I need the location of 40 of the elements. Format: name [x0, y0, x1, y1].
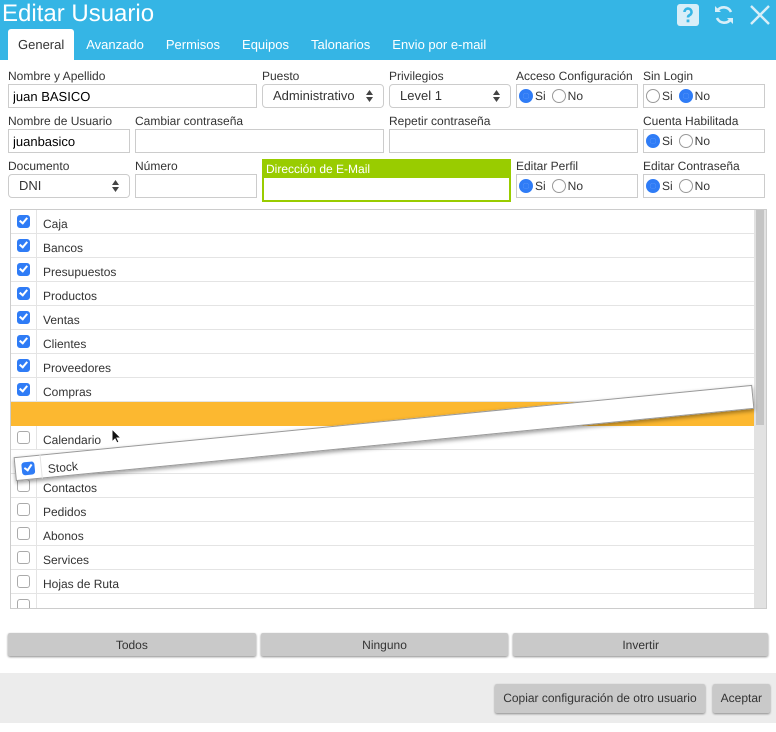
list-item-label: Stock — [46, 458, 79, 478]
radio-label: Si — [662, 178, 673, 195]
radio-label: No — [568, 88, 584, 105]
list-item-label: Presupuestos — [42, 264, 116, 281]
field-label: Sin Login — [643, 69, 694, 84]
list-item-label: Contactos — [42, 480, 98, 497]
field-label: Nombre de Usuario — [8, 114, 114, 129]
list-item-label: Clientes — [42, 336, 86, 353]
list-item-label: Productos — [42, 288, 98, 305]
field-label: Privilegios — [389, 69, 445, 84]
field-label: Puesto — [262, 69, 300, 84]
radio-label: No — [694, 133, 710, 150]
radio-label: Si — [662, 88, 673, 105]
field-label: Acceso Configuración — [516, 69, 634, 84]
list-item-label: Services — [42, 552, 90, 569]
field-label: Nombre y Apellido — [8, 69, 106, 84]
list-item-label: Hojas de Ruta — [42, 576, 120, 593]
list-item-label: Pedidos — [42, 504, 86, 521]
field-label: Cuenta Habilitada — [643, 114, 740, 129]
radio-label: No — [694, 88, 710, 105]
window-title: Editar Usuario — [2, 0, 154, 29]
list-item-label: Proveedores — [42, 360, 112, 377]
list-item-label: Calendario — [42, 432, 102, 449]
field-label: Número — [135, 159, 179, 174]
list-item-label: Caja — [42, 216, 68, 233]
field-label: Dirección de E-Mail — [265, 161, 372, 178]
radio-label: Si — [535, 88, 546, 105]
radio-label: Si — [662, 133, 673, 150]
field-label: Editar Perfil — [516, 159, 580, 174]
list-item-label: Abonos — [42, 528, 84, 545]
list-item-label: Bancos — [42, 240, 84, 257]
field-label: Documento — [8, 159, 70, 174]
field-label: Editar Contraseña — [643, 159, 741, 174]
list-item-label: Compras — [42, 384, 92, 401]
list-item-label: Ventas — [42, 312, 80, 329]
field-label: Repetir contraseña — [389, 114, 492, 129]
radio-label: Si — [535, 178, 546, 195]
radio-label: No — [568, 178, 584, 195]
radio-label: No — [694, 178, 710, 195]
field-label: Cambiar contraseña — [135, 114, 244, 129]
